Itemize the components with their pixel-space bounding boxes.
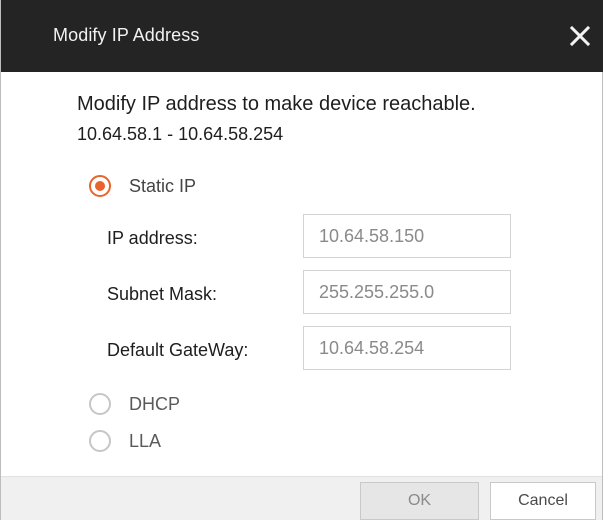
ip-address-label: IP address: — [107, 228, 198, 248]
radio-button-unchecked[interactable] — [89, 393, 111, 415]
static-ip-label: Static IP — [129, 175, 197, 196]
dialog-message: Modify IP address to make device reachab… — [77, 89, 476, 149]
radio-dhcp[interactable]: DHCP — [89, 390, 180, 418]
close-button[interactable] — [562, 18, 598, 54]
radio-button-checked[interactable] — [89, 175, 111, 197]
radio-static-ip[interactable]: Static IP — [89, 172, 196, 200]
subnet-mask-label: Subnet Mask: — [107, 284, 218, 304]
subnet-mask-input[interactable] — [303, 270, 511, 314]
ok-button[interactable]: OK — [360, 482, 479, 520]
ip-range-text: 10.64.58.1 - 10.64.58.254 — [77, 124, 284, 144]
close-icon — [569, 25, 591, 47]
dhcp-label: DHCP — [129, 393, 181, 414]
dialog-titlebar: Modify IP Address — [1, 0, 603, 72]
radio-lla[interactable]: LLA — [89, 427, 161, 455]
default-gateway-input[interactable] — [303, 326, 511, 370]
modify-ip-dialog: Modify IP Address Modify IP address to m… — [0, 0, 603, 520]
ip-address-input[interactable] — [303, 214, 511, 258]
lla-label: LLA — [129, 430, 162, 451]
cancel-button[interactable]: Cancel — [490, 482, 596, 520]
default-gateway-label: Default GateWay: — [107, 340, 249, 360]
dialog-title: Modify IP Address — [53, 25, 200, 45]
message-text: Modify IP address to make device reachab… — [77, 93, 476, 115]
radio-button-unchecked[interactable] — [89, 430, 111, 452]
